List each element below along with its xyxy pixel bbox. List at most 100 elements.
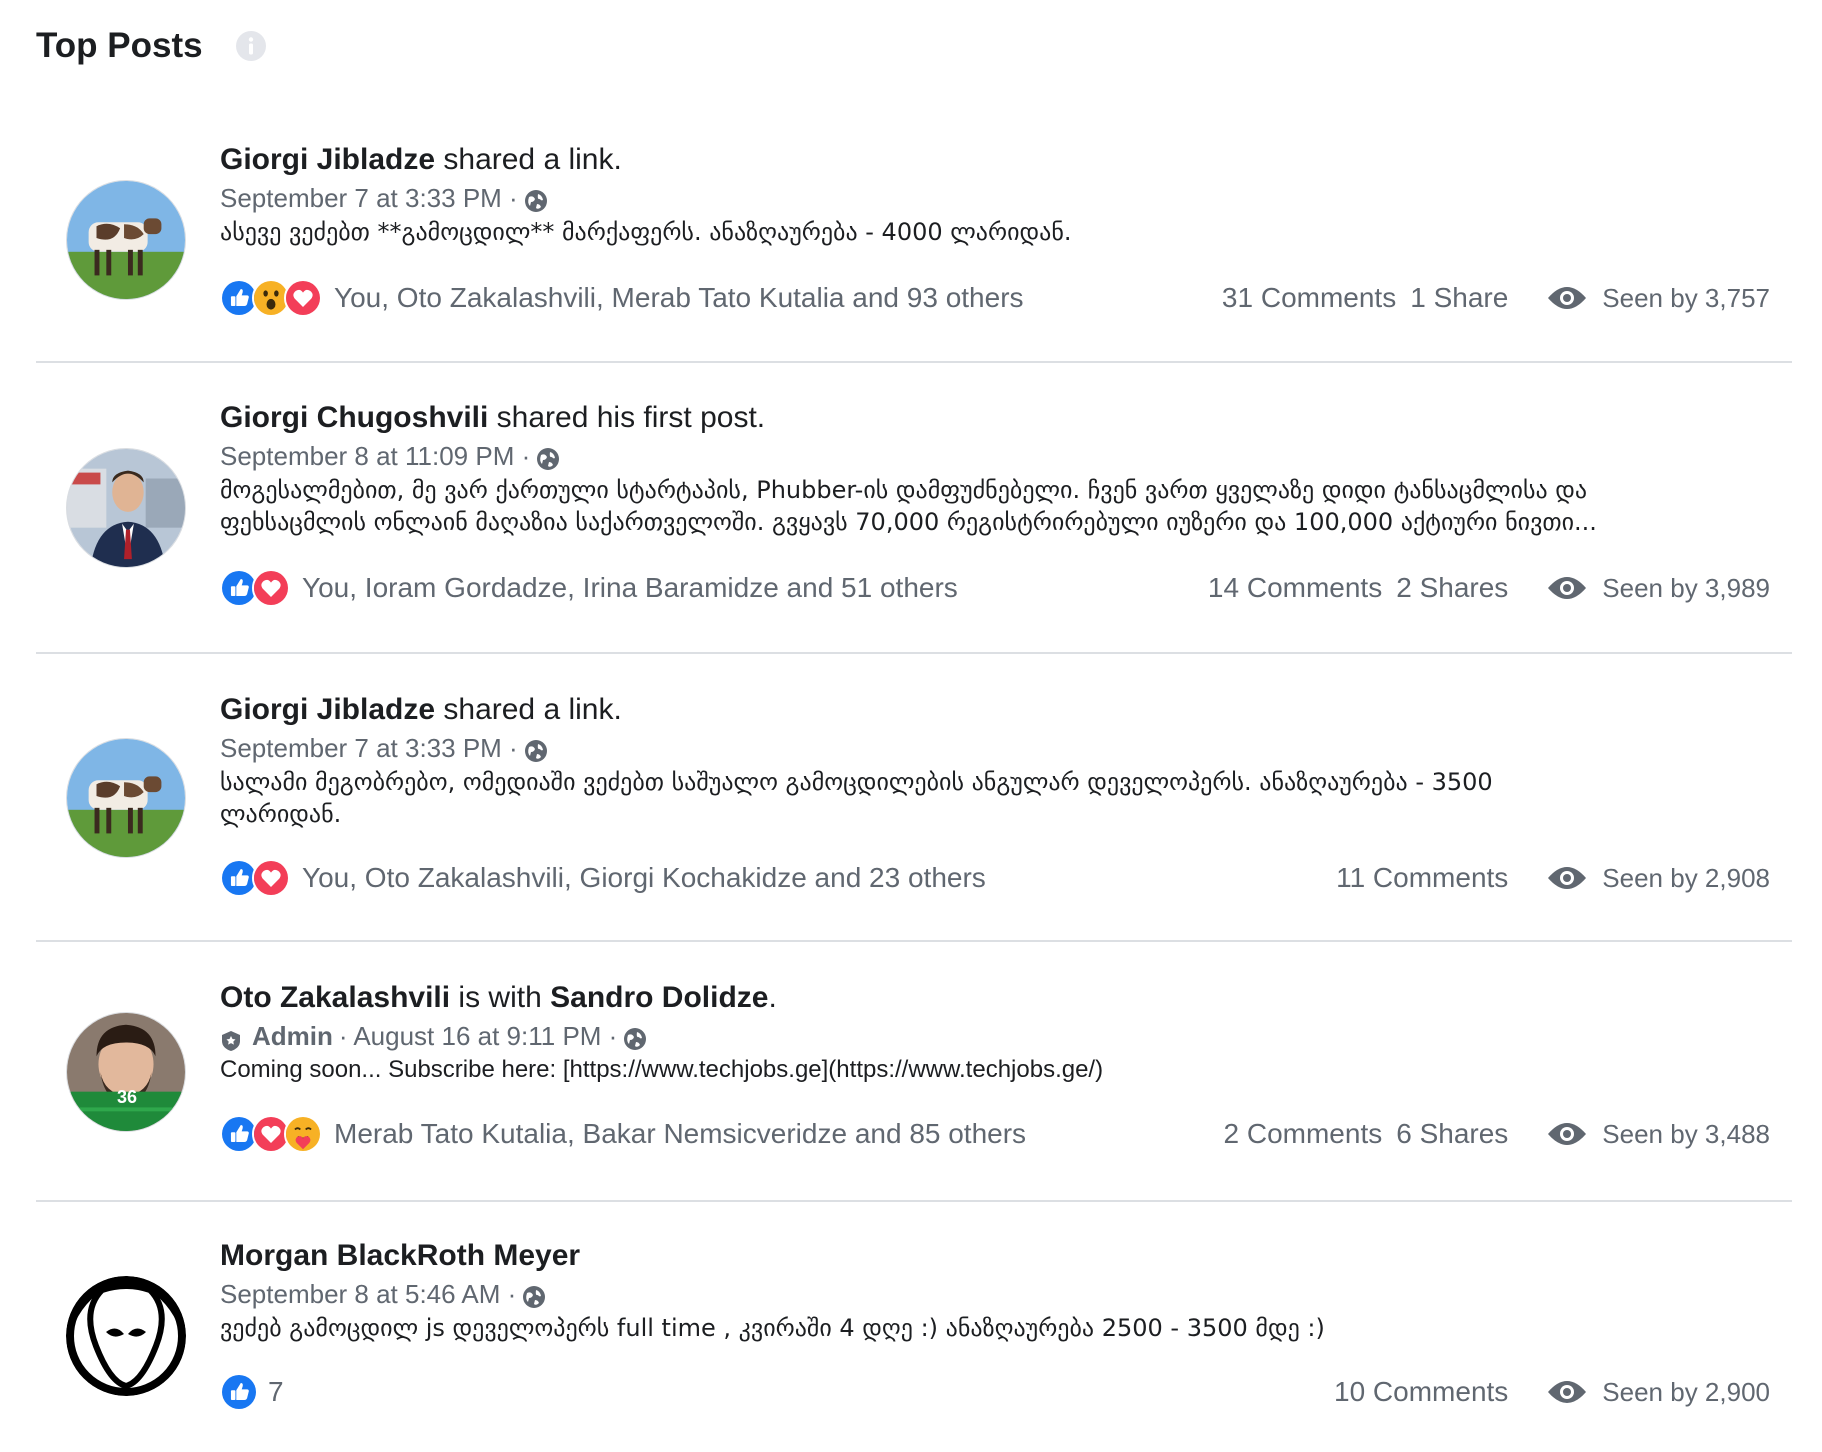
eye-icon bbox=[1546, 1121, 1588, 1147]
post-text-line: ლარიდან. bbox=[220, 800, 342, 828]
post-date[interactable]: · August 16 at 9:11 PM · bbox=[339, 1018, 617, 1054]
reactors-list[interactable]: You, Oto Zakalashvili, Giorgi Kochakidze… bbox=[302, 862, 986, 894]
post-date[interactable]: September 7 at 3:33 PM · bbox=[220, 730, 518, 766]
avatar-badge: 36 bbox=[116, 1087, 138, 1107]
reactors-list[interactable]: Merab Tato Kutalia, Bakar Nemsicveridze … bbox=[334, 1118, 1026, 1150]
post-text-line: ფეხსაცმლის ონლაინ მაღაზია საქართველოში. … bbox=[220, 508, 1597, 536]
shares-count[interactable]: 2 Shares bbox=[1396, 572, 1508, 604]
post-meta: September 8 at 11:09 PM · bbox=[220, 438, 1760, 474]
post-footer: Merab Tato Kutalia, Bakar Nemsicveridze … bbox=[220, 1112, 1770, 1156]
post-footer: 7 10 Comments Seen by 2,900 bbox=[220, 1370, 1770, 1414]
avatar[interactable] bbox=[66, 448, 186, 568]
reactions[interactable] bbox=[220, 1373, 258, 1411]
page-title: Top Posts bbox=[36, 26, 203, 65]
care-reaction-icon bbox=[284, 1115, 322, 1153]
seen-count: Seen by 3,757 bbox=[1602, 282, 1770, 313]
seen-by: Seen by 2,900 bbox=[1546, 1377, 1770, 1408]
post-text-line: Coming soon... Subscribe here: [https://… bbox=[220, 1056, 1104, 1083]
post-footer: You, Ioram Gordadze, Irina Baramidze and… bbox=[220, 566, 1770, 610]
eye-icon bbox=[1546, 1379, 1588, 1405]
eye-icon bbox=[1546, 575, 1588, 601]
author-name[interactable]: Giorgi Jibladze bbox=[220, 693, 435, 726]
post-text-line: ვეძებ გამოცდილ js დეველოპერს full time ,… bbox=[220, 1314, 1325, 1342]
post-stats: 2 Comments 6 Shares Seen by 3,488 bbox=[1210, 1118, 1771, 1150]
post-footer: You, Oto Zakalashvili, Giorgi Kochakidze… bbox=[220, 856, 1770, 900]
seen-count: Seen by 2,900 bbox=[1602, 1376, 1770, 1407]
author-name[interactable]: Giorgi Jibladze bbox=[220, 143, 435, 176]
comments-count[interactable]: 31 Comments bbox=[1222, 282, 1396, 314]
top-posts-header: Top Posts bbox=[36, 22, 267, 70]
divider bbox=[36, 940, 1792, 942]
post-action: shared his first post. bbox=[488, 401, 766, 434]
seen-by: Seen by 3,488 bbox=[1546, 1119, 1770, 1150]
post-meta: September 7 at 3:33 PM · bbox=[220, 730, 1760, 766]
post-text-line: მოგესალმებით, მე ვარ ქართული სტარტაპის, … bbox=[220, 476, 1588, 504]
admin-label: Admin bbox=[252, 1021, 333, 1051]
shares-count[interactable]: 1 Share bbox=[1410, 282, 1508, 314]
reactions[interactable] bbox=[220, 1115, 322, 1153]
post-date[interactable]: September 8 at 11:09 PM · bbox=[220, 438, 530, 474]
reactors-list[interactable]: You, Oto Zakalashvili, Merab Tato Kutali… bbox=[334, 282, 1024, 314]
post-item: 36 Oto Zakalashvili is with Sandro Dolid… bbox=[36, 978, 1792, 1158]
post-text: სალამი მეგობრებო, ომედიაში ვეძებთ საშუალ… bbox=[220, 766, 1760, 830]
post-item: Giorgi Jibladze shared a link. September… bbox=[36, 690, 1792, 897]
post-title: Morgan BlackRoth Meyer bbox=[220, 1236, 1760, 1276]
post-item: Morgan BlackRoth Meyer September 8 at 5:… bbox=[36, 1236, 1792, 1436]
seen-by: Seen by 3,989 bbox=[1546, 573, 1770, 604]
love-reaction-icon bbox=[252, 569, 290, 607]
admin-shield-icon bbox=[220, 1025, 242, 1051]
divider bbox=[36, 1200, 1792, 1202]
globe-icon bbox=[524, 736, 548, 762]
love-reaction-icon bbox=[252, 859, 290, 897]
divider bbox=[36, 652, 1792, 654]
post-date[interactable]: September 7 at 3:33 PM · bbox=[220, 180, 518, 216]
post-stats: 11 Comments Seen by 2,908 bbox=[1322, 862, 1770, 894]
post-text-line: სალამი მეგობრებო, ომედიაში ვეძებთ საშუალ… bbox=[220, 768, 1493, 796]
avatar[interactable] bbox=[66, 1276, 186, 1396]
info-icon[interactable] bbox=[235, 30, 267, 62]
post-text: Coming soon... Subscribe here: [https://… bbox=[220, 1054, 1760, 1086]
author-name[interactable]: Oto Zakalashvili bbox=[220, 981, 450, 1014]
globe-icon bbox=[536, 444, 560, 470]
eye-icon bbox=[1546, 865, 1588, 891]
reactions[interactable] bbox=[220, 569, 290, 607]
post-text: ვეძებ გამოცდილ js დეველოპერს full time ,… bbox=[220, 1312, 1760, 1344]
post-text-line: ასევე ვეძებთ **გამოცდილ** მარქაფერს. ანა… bbox=[220, 218, 1072, 246]
tagged-person[interactable]: Sandro Dolidze bbox=[550, 981, 768, 1014]
avatar[interactable]: 36 bbox=[66, 1012, 186, 1132]
reactions[interactable] bbox=[220, 279, 322, 317]
post-action: shared a link. bbox=[435, 693, 622, 726]
avatar[interactable] bbox=[66, 180, 186, 300]
divider bbox=[36, 361, 1792, 363]
post-item: Giorgi Chugoshvili shared his first post… bbox=[36, 398, 1792, 607]
author-name[interactable]: Morgan BlackRoth Meyer bbox=[220, 1239, 580, 1272]
seen-by: Seen by 3,757 bbox=[1546, 283, 1770, 314]
post-title: Giorgi Jibladze shared a link. bbox=[220, 140, 1760, 180]
reaction-count[interactable]: 7 bbox=[268, 1376, 284, 1408]
globe-icon bbox=[623, 1024, 647, 1050]
comments-count[interactable]: 14 Comments bbox=[1208, 572, 1382, 604]
comments-count[interactable]: 11 Comments bbox=[1336, 862, 1508, 894]
post-action-end: . bbox=[768, 981, 777, 1014]
reactions[interactable] bbox=[220, 859, 290, 897]
seen-count: Seen by 3,989 bbox=[1602, 572, 1770, 603]
avatar[interactable] bbox=[66, 738, 186, 858]
comments-count[interactable]: 10 Comments bbox=[1334, 1376, 1508, 1408]
post-meta: September 7 at 3:33 PM · bbox=[220, 180, 1760, 216]
love-reaction-icon bbox=[284, 279, 322, 317]
author-name[interactable]: Giorgi Chugoshvili bbox=[220, 401, 488, 434]
post-text: მოგესალმებით, მე ვარ ქართული სტარტაპის, … bbox=[220, 474, 1760, 538]
shares-count[interactable]: 6 Shares bbox=[1396, 1118, 1508, 1150]
globe-icon bbox=[524, 186, 548, 212]
post-meta: September 8 at 5:46 AM · bbox=[220, 1276, 1760, 1312]
post-date[interactable]: September 8 at 5:46 AM · bbox=[220, 1276, 516, 1312]
globe-icon bbox=[522, 1282, 546, 1308]
comments-count[interactable]: 2 Comments bbox=[1224, 1118, 1383, 1150]
post-stats: 31 Comments 1 Share Seen by 3,757 bbox=[1208, 282, 1770, 314]
post-title: Oto Zakalashvili is with Sandro Dolidze. bbox=[220, 978, 1760, 1018]
reactors-list[interactable]: You, Ioram Gordadze, Irina Baramidze and… bbox=[302, 572, 958, 604]
post-action: is with bbox=[450, 981, 551, 1014]
post-stats: 14 Comments 2 Shares Seen by 3,989 bbox=[1194, 572, 1770, 604]
like-reaction-icon bbox=[220, 1373, 258, 1411]
post-item: Giorgi Jibladze shared a link. September… bbox=[36, 140, 1792, 317]
